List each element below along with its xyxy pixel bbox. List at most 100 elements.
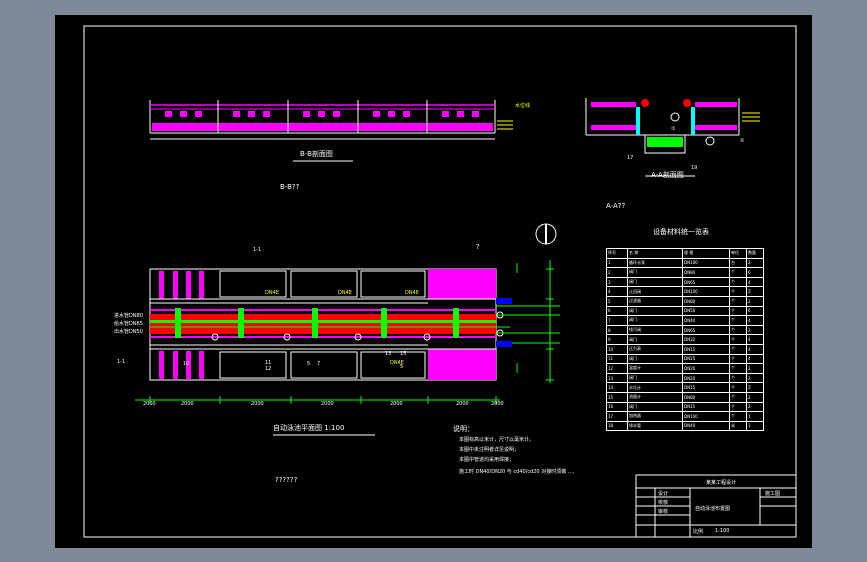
- plan-number: 7: [317, 361, 321, 367]
- dim-label: 2000: [491, 401, 504, 407]
- dim-label: 2000: [143, 401, 156, 407]
- tb-scale-label: 比例: [693, 529, 704, 535]
- table-cell: 个: [729, 286, 747, 297]
- dim-label: 2000: [251, 401, 264, 407]
- table-cell: 米: [729, 420, 747, 432]
- table-cell: 阀门: [627, 372, 683, 384]
- pipe-in-1: 进水管DN80: [114, 313, 143, 319]
- table-cell: 个: [729, 324, 747, 336]
- table-cell: 2: [746, 363, 764, 374]
- table-cell: DN15: [682, 401, 730, 413]
- table-header-row: 序号名 称规 格单位 数量: [606, 248, 764, 259]
- table-cell: DN100: [682, 411, 730, 422]
- table-cell: 2: [606, 267, 628, 278]
- plan-number: 13: [385, 351, 392, 357]
- table-cell: 2: [746, 372, 764, 384]
- table-cell: DN15: [682, 382, 730, 393]
- table-cell: DN32: [682, 334, 730, 345]
- table-cell: 16: [606, 401, 628, 413]
- aa-mark-1: ①: [671, 126, 676, 132]
- drawing-sheet: B-B剖面图 B-B?? A-A剖面图 A-A?? 水位线 17 19 ① ② …: [55, 15, 812, 548]
- table-cell: DN15: [682, 343, 730, 355]
- room-label: DN4E: [405, 290, 419, 296]
- note-line: 本图中未注明者详见说明；: [459, 447, 520, 453]
- pipe-in-3: 出水管DN50: [114, 329, 143, 335]
- aa-section: [585, 98, 760, 177]
- table-row: 6 阀门 DN50 个 6: [606, 305, 764, 317]
- plan-number: 10: [183, 361, 190, 367]
- table-cell: DN25: [682, 353, 730, 365]
- pipe-in-2: 给水管DN65: [114, 321, 143, 327]
- table-cell: 个: [729, 276, 747, 288]
- table-cell: 压力表: [627, 343, 683, 355]
- table-cell: 个: [729, 295, 747, 307]
- table-row: 14 水位计 DN15 个 2: [606, 382, 764, 393]
- table-cell: 1: [746, 411, 764, 422]
- table-cell: 加热器: [627, 411, 683, 422]
- bb-legend: 水位线: [515, 103, 531, 109]
- aa-section-title: A-A剖面图: [651, 171, 684, 179]
- table-cell: 名 称: [627, 248, 683, 259]
- table-cell: 阀门: [627, 315, 683, 326]
- table-cell: 单位: [729, 248, 747, 259]
- table-cell: 5: [606, 295, 628, 307]
- table-cell: 10: [606, 343, 628, 355]
- aa-mark-2: ②: [740, 138, 745, 144]
- table-cell: 个: [729, 401, 747, 413]
- table-cell: 4: [746, 276, 764, 288]
- table-cell: 止回阀: [627, 286, 683, 297]
- material-table: 序号名 称规 格单位 数量 1 循环水泵 DN100 台 2 2 阀门 DN80 个 6 3 阀门 DN65…: [606, 248, 764, 432]
- table-cell: DN40: [682, 315, 730, 326]
- table-cell: 6: [746, 267, 764, 278]
- tb-project: 某某工程设计: [706, 480, 737, 486]
- table-row: 10 压力表 DN15 个 4: [606, 343, 764, 355]
- table-cell: 2: [746, 401, 764, 413]
- table-cell: 13: [606, 372, 628, 384]
- table-cell: 6: [606, 305, 628, 317]
- dim-label: 2000: [181, 401, 194, 407]
- table-cell: 阀门: [627, 334, 683, 345]
- table-row: 16 阀门 DN15 个 2: [606, 401, 764, 413]
- table-cell: 温度计: [627, 363, 683, 374]
- table-row: 7 阀门 DN40 个 4: [606, 315, 764, 326]
- plan-garbled: ??????: [275, 476, 298, 484]
- table-cell: 6: [746, 305, 764, 317]
- table-row: 1 循环水泵 DN100 台 2: [606, 257, 764, 269]
- table-cell: 个: [729, 353, 747, 365]
- note-line: 本图标高以米计，尺寸以毫米计。: [459, 437, 535, 443]
- table-row: 15 流量计 DN80 个 2: [606, 391, 764, 403]
- table-cell: DN65: [682, 324, 730, 336]
- table-cell: 12: [606, 363, 628, 374]
- question-mark: ?: [476, 243, 480, 251]
- table-row: 3 阀门 DN65 个 4: [606, 276, 764, 288]
- table-cell: DN20: [682, 372, 730, 384]
- table-cell: 2: [746, 257, 764, 269]
- aa-section-garbled: A-A??: [606, 202, 626, 210]
- table-cell: 水位计: [627, 382, 683, 393]
- room-label: DN4E: [265, 290, 279, 296]
- table-cell: 17: [606, 411, 628, 422]
- table-cell: 排水管: [627, 420, 683, 432]
- table-cell: 个: [729, 382, 747, 393]
- table-cell: 个: [729, 305, 747, 317]
- table-cell: 过滤器: [627, 295, 683, 307]
- table-cell: 个: [729, 411, 747, 422]
- table-cell: 2: [746, 391, 764, 403]
- table-cell: DN50: [682, 305, 730, 317]
- table-cell: 2: [746, 324, 764, 336]
- plan-view: [135, 260, 560, 436]
- table-cell: DN65: [682, 276, 730, 288]
- plan-number: 5: [307, 361, 311, 367]
- plan-number: 5: [400, 364, 404, 370]
- aa-mark-17: 17: [627, 155, 634, 161]
- table-cell: 14: [606, 382, 628, 393]
- table-row: 4 止回阀 DN100 个 2: [606, 286, 764, 297]
- table-row: 8 排污阀 DN65 个 2: [606, 324, 764, 336]
- table-cell: 个: [729, 363, 747, 374]
- table-row: 13 阀门 DN20 个 2: [606, 372, 764, 384]
- table-cell: 15: [606, 391, 628, 403]
- bb-section-title: B-B剖面图: [300, 150, 333, 158]
- section-mark: 1-1: [253, 247, 262, 253]
- table-cell: DN100: [682, 257, 730, 269]
- dim-label: 2000: [390, 401, 403, 407]
